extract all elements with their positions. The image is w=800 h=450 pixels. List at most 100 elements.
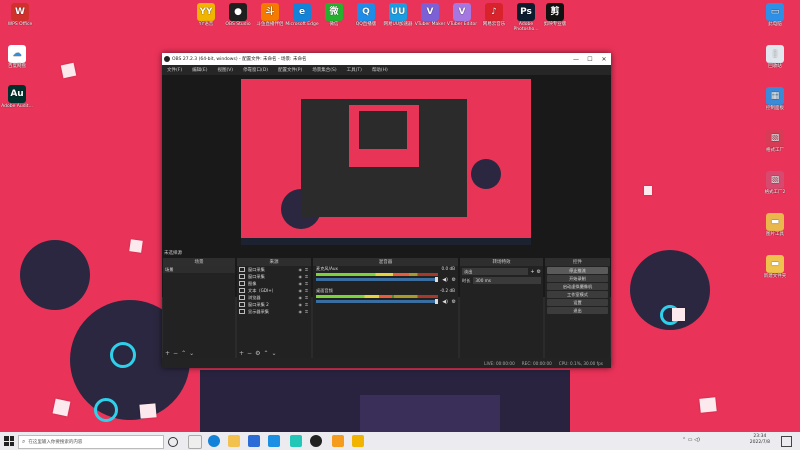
lock-icon[interactable]: ⚿ bbox=[305, 288, 308, 293]
lock-icon[interactable]: ⚿ bbox=[305, 295, 308, 300]
lock-icon[interactable]: ⚿ bbox=[305, 274, 308, 279]
add-icon[interactable]: + bbox=[165, 350, 170, 357]
source-item[interactable]: 文本（GDI+） ◉ ⚿ bbox=[237, 287, 311, 294]
gear-icon[interactable]: ⚙ bbox=[452, 277, 456, 283]
taskbar-clock[interactable]: 23:34 2022/7/8 bbox=[750, 434, 770, 446]
desktop-icon[interactable]: Q QQ直播版 bbox=[348, 3, 384, 27]
yy-taskbar-icon[interactable] bbox=[352, 435, 364, 447]
source-item[interactable]: 窗口采集 2 ◉ ⚿ bbox=[237, 301, 311, 308]
desktop-icon[interactable]: ▦ 控制面板 bbox=[757, 87, 793, 111]
gear-icon[interactable]: ⚙ bbox=[452, 299, 456, 305]
source-item[interactable]: 窗口采集 ◉ ⚿ bbox=[237, 266, 311, 273]
desktop-icon-label: 格式工厂 bbox=[766, 148, 784, 153]
visibility-eye-icon[interactable]: ◉ bbox=[298, 288, 302, 293]
desktop-icon[interactable]: ☁ 百度网盘 bbox=[0, 45, 35, 69]
obs-taskbar-icon[interactable] bbox=[310, 435, 322, 447]
desktop-icon[interactable]: UU 网易UU加速器 bbox=[380, 3, 416, 27]
scene-item[interactable]: 场景 bbox=[163, 266, 235, 273]
visibility-eye-icon[interactable]: ◉ bbox=[298, 281, 302, 286]
desktop-icon[interactable]: ♪ 网易云音乐 bbox=[476, 3, 512, 27]
mail-icon[interactable] bbox=[268, 435, 280, 447]
desktop-icon[interactable]: ▬ 新建文件夹 bbox=[757, 255, 793, 279]
desktop-icon[interactable]: ● OBS Studio bbox=[220, 3, 256, 27]
bilibili-icon[interactable] bbox=[290, 435, 302, 447]
duration-input[interactable]: 300 ms bbox=[473, 277, 541, 284]
menu-view[interactable]: 视图(V) bbox=[217, 67, 233, 73]
task-view-icon[interactable] bbox=[168, 437, 178, 447]
volume-meter bbox=[316, 295, 439, 298]
menu-help[interactable]: 帮助(H) bbox=[372, 67, 388, 73]
volume-fader[interactable] bbox=[316, 299, 439, 304]
chevron-down-icon[interactable]: ⌄ bbox=[189, 350, 194, 357]
app-taskbar-icon[interactable] bbox=[332, 435, 344, 447]
transition-type-select[interactable]: 淡出 bbox=[462, 268, 529, 275]
maximize-button[interactable]: ☐ bbox=[583, 53, 597, 65]
tray-icons[interactable]: ⌃ ▭ ◁) bbox=[682, 437, 700, 443]
desktop-icon[interactable]: YY YY语音 bbox=[188, 3, 224, 27]
desktop-icon[interactable]: ▧ 格式工厂 bbox=[757, 129, 793, 153]
desktop-icon[interactable]: 斗斗鱼直播伴侣 bbox=[252, 3, 288, 27]
desktop-icon[interactable]: W WPS Office bbox=[2, 3, 38, 27]
source-item[interactable]: 浏览器 ◉ ⚿ bbox=[237, 294, 311, 301]
minimize-button[interactable]: — bbox=[569, 53, 583, 65]
volume-fader[interactable] bbox=[316, 277, 439, 282]
chevron-down-icon[interactable]: ⌄ bbox=[271, 350, 276, 357]
desktop-icon[interactable]: V VTuber Maker bbox=[412, 3, 448, 27]
menu-edit[interactable]: 编辑(E) bbox=[192, 67, 207, 73]
lock-icon[interactable]: ⚿ bbox=[305, 309, 308, 314]
studio-mode-button[interactable]: 工作室模式 bbox=[547, 291, 608, 298]
remove-icon[interactable]: − bbox=[247, 350, 252, 357]
chevron-up-icon[interactable]: ⌃ bbox=[263, 350, 268, 357]
source-item[interactable]: 图像 ◉ ⚿ bbox=[237, 280, 311, 287]
desktop-icon[interactable]: Au Adobe Audit... bbox=[0, 85, 35, 109]
settings-button[interactable]: 设置 bbox=[547, 299, 608, 306]
visibility-eye-icon[interactable]: ◉ bbox=[298, 295, 302, 300]
obs-titlebar[interactable]: OBS 27.2.3 (64-bit, windows) - 配置文件: 未命名… bbox=[162, 53, 611, 65]
source-item[interactable]: 窗口采集 ◉ ⚿ bbox=[237, 273, 311, 280]
menu-scene-collection[interactable]: 场景集合(S) bbox=[312, 67, 336, 73]
gear-icon[interactable]: ⚙ bbox=[255, 350, 260, 357]
exit-button[interactable]: 退出 bbox=[547, 307, 608, 314]
speaker-icon[interactable]: ◀) bbox=[442, 299, 448, 305]
desktop-icon[interactable]: e Microsoft Edge bbox=[284, 3, 320, 27]
add-transition-icon[interactable]: + bbox=[530, 269, 534, 275]
visibility-eye-icon[interactable]: ◉ bbox=[298, 309, 302, 314]
widgets-icon[interactable] bbox=[188, 435, 202, 449]
visibility-eye-icon[interactable]: ◉ bbox=[298, 267, 302, 272]
lock-icon[interactable]: ⚿ bbox=[305, 281, 308, 286]
desktop-icon[interactable]: 剪剪映专业版 bbox=[537, 3, 573, 27]
remove-icon[interactable]: − bbox=[173, 350, 178, 357]
lock-icon[interactable]: ⚿ bbox=[305, 267, 308, 272]
menu-tools[interactable]: 工具(T) bbox=[347, 67, 362, 73]
visibility-eye-icon[interactable]: ◉ bbox=[298, 302, 302, 307]
store-icon[interactable] bbox=[248, 435, 260, 447]
desktop-icon[interactable]: V VTuber Editor bbox=[444, 3, 480, 27]
start-recording-button[interactable]: 开始录制 bbox=[547, 275, 608, 282]
chevron-up-icon[interactable]: ⌃ bbox=[181, 350, 186, 357]
desktop-icon[interactable]: 微微信 bbox=[316, 3, 352, 27]
fader-knob[interactable] bbox=[435, 277, 439, 282]
speaker-icon[interactable]: ◀) bbox=[442, 277, 448, 283]
edge-taskbar-icon[interactable] bbox=[208, 435, 220, 447]
close-button[interactable]: ✕ bbox=[597, 53, 611, 65]
desktop-icon[interactable]: ▭ 此电脑 bbox=[757, 3, 793, 27]
desktop-icon[interactable]: ▬ 图片工具 bbox=[757, 213, 793, 237]
start-virtual-camera-button[interactable]: 启动虚拟摄像机 bbox=[547, 283, 608, 290]
menu-file[interactable]: 文件(F) bbox=[167, 67, 182, 73]
gear-icon[interactable]: ⚙ bbox=[537, 269, 541, 275]
lock-icon[interactable]: ⚿ bbox=[305, 302, 308, 307]
desktop-icon[interactable]: ▯ 回收站 bbox=[757, 45, 793, 69]
fader-knob[interactable] bbox=[435, 299, 439, 304]
preview-canvas[interactable] bbox=[241, 79, 531, 245]
source-item[interactable]: 显示器采集 ◉ ⚿ bbox=[237, 308, 311, 315]
windows-start-icon[interactable] bbox=[4, 436, 14, 446]
add-icon[interactable]: + bbox=[239, 350, 244, 357]
desktop-icon[interactable]: ▧ 格式工厂2 bbox=[757, 171, 793, 195]
stop-streaming-button[interactable]: 停止推流 bbox=[547, 267, 608, 274]
notification-icon[interactable] bbox=[781, 436, 792, 447]
taskbar-search-box[interactable]: ⌕ 在这里输入你要搜索的内容 bbox=[18, 435, 164, 449]
menu-profile[interactable]: 配置文件(P) bbox=[278, 67, 302, 73]
visibility-eye-icon[interactable]: ◉ bbox=[298, 274, 302, 279]
menu-docks[interactable]: 停靠窗口(D) bbox=[243, 67, 268, 73]
file-explorer-icon[interactable] bbox=[228, 435, 240, 447]
